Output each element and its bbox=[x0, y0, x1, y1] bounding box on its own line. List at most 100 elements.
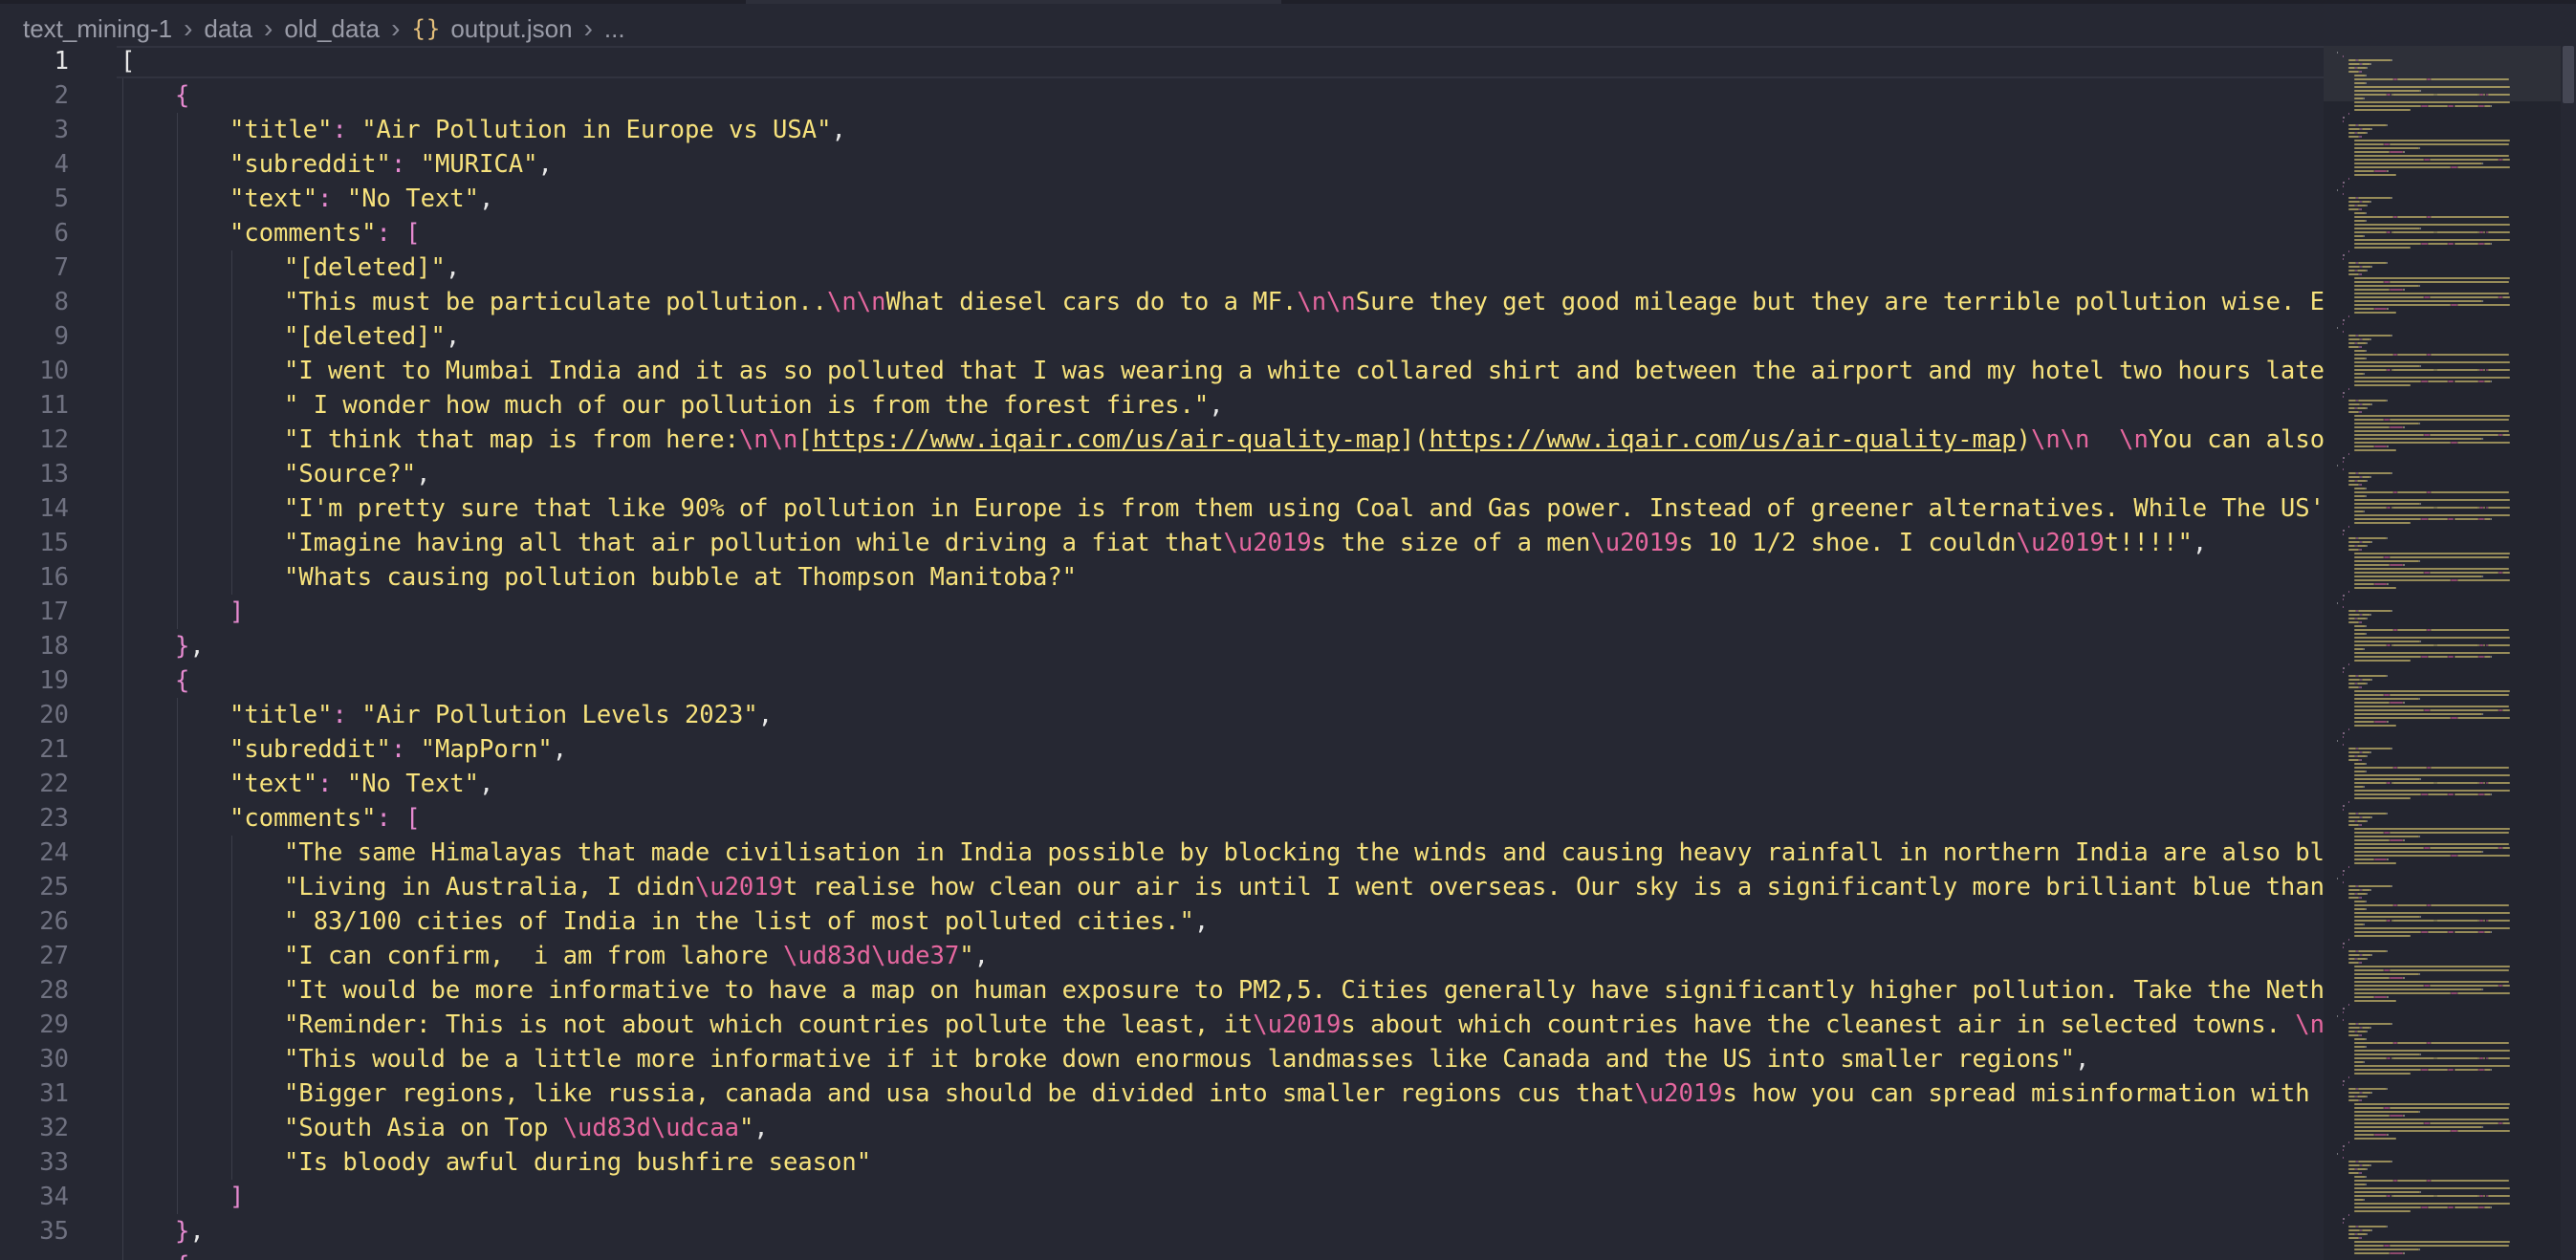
code-line[interactable]: 28 "It would be more informative to have … bbox=[0, 973, 2324, 1008]
minimap-line bbox=[2363, 1199, 2365, 1201]
minimap-line bbox=[2391, 507, 2434, 509]
code-line[interactable]: 15 "Imagine having all that air pollution… bbox=[0, 526, 2324, 560]
minimap-line bbox=[2348, 136, 2359, 138]
minimap-line bbox=[2419, 423, 2421, 424]
code-token: "Living in Australia, I didn bbox=[284, 873, 695, 902]
indent-guide bbox=[122, 663, 123, 698]
indent-guide bbox=[122, 1008, 123, 1042]
indent-guide bbox=[122, 732, 123, 767]
code-line[interactable]: 4 "subreddit": "MURICA", bbox=[0, 147, 2324, 182]
minimap-line bbox=[2354, 648, 2364, 650]
minimap-line bbox=[2421, 105, 2428, 107]
minimap-line bbox=[2357, 400, 2387, 402]
code-token: "I can confirm, i am from lahore bbox=[284, 942, 783, 970]
minimap-line bbox=[2354, 553, 2510, 554]
code-line[interactable]: 26 " 83/100 cities of India in the list o… bbox=[0, 904, 2324, 939]
vertical-scrollbar[interactable] bbox=[2561, 46, 2576, 1260]
indent-guide bbox=[122, 526, 123, 560]
code-line[interactable]: 7 "[deleted]", bbox=[0, 250, 2324, 285]
scrollbar-thumb[interactable] bbox=[2563, 46, 2574, 103]
minimap-line bbox=[2478, 380, 2485, 382]
code-line[interactable]: 5 "text": "No Text", bbox=[0, 182, 2324, 216]
minimap-line bbox=[2366, 755, 2368, 757]
indent-guide bbox=[122, 904, 123, 939]
code-editor[interactable]: 1[2{3 "title": "Air Pollution in Europe v… bbox=[0, 46, 2324, 1260]
minimap-line bbox=[2397, 78, 2427, 80]
code-line[interactable]: 11 " I wonder how much of our pollution i… bbox=[0, 388, 2324, 423]
minimap-line bbox=[2366, 220, 2368, 222]
minimap-line bbox=[2354, 1130, 2452, 1132]
minimap-line bbox=[2343, 1222, 2345, 1224]
minimap-line bbox=[2390, 556, 2509, 558]
code-token: } bbox=[175, 1217, 190, 1246]
minimap-line bbox=[2371, 266, 2373, 268]
breadcrumb-file-output-json[interactable]: output.json bbox=[450, 14, 572, 44]
code-line[interactable]: 20 "title": "Air Pollution Levels 2023", bbox=[0, 698, 2324, 732]
indent-guide bbox=[177, 1180, 178, 1214]
minimap-line bbox=[2348, 813, 2356, 815]
code-line[interactable]: 31 "Bigger regions, like russia, canada a… bbox=[0, 1076, 2324, 1111]
code-line[interactable]: 23 "comments": [ bbox=[0, 801, 2324, 836]
code-line[interactable]: 33 "Is bloody awful during bushfire seaso… bbox=[0, 1145, 2324, 1180]
code-line[interactable]: 17] bbox=[0, 595, 2324, 629]
minimap-line bbox=[2348, 1034, 2359, 1036]
code-line[interactable]: 27 "I can confirm, i am from lahore \ud83… bbox=[0, 939, 2324, 973]
minimap-line bbox=[2348, 618, 2355, 619]
minimap-line bbox=[2391, 472, 2393, 474]
code-line[interactable]: 1[ bbox=[0, 46, 2324, 78]
code-text: "title": "Air Pollution Levels 2023", bbox=[229, 698, 773, 732]
code-line[interactable]: 9 "[deleted]", bbox=[0, 319, 2324, 354]
minimap-line bbox=[2387, 1057, 2391, 1059]
minimap-line bbox=[2362, 1229, 2372, 1231]
minimap-line bbox=[2354, 1195, 2388, 1197]
code-line[interactable]: 19 { bbox=[0, 663, 2324, 698]
code-line[interactable]: 24 "The same Himalayas that made civilisa… bbox=[0, 836, 2324, 870]
code-text: "It would be more informative to have a … bbox=[284, 973, 2324, 1008]
code-line[interactable]: 16 "Whats causing pollution bubble at Tho… bbox=[0, 560, 2324, 595]
minimap-line bbox=[2361, 1099, 2363, 1101]
minimap-line bbox=[2348, 1168, 2355, 1170]
breadcrumb-folder-data[interactable]: data bbox=[204, 14, 252, 44]
code-line[interactable]: 35}, bbox=[0, 1214, 2324, 1249]
code-line[interactable]: 25 "Living in Australia, I didn\u2019t re… bbox=[0, 870, 2324, 904]
minimap-line bbox=[2337, 602, 2339, 604]
code-token: , bbox=[479, 185, 494, 213]
code-line[interactable]: 32 "South Asia on Top \ud83d\udcaa", bbox=[0, 1111, 2324, 1145]
minimap-line bbox=[2357, 610, 2392, 612]
code-line[interactable]: 18}, bbox=[0, 629, 2324, 663]
code-text: "I think that map is from here:\n\n[http… bbox=[284, 423, 2324, 457]
code-text: "comments": [ bbox=[229, 216, 421, 250]
minimap[interactable] bbox=[2324, 46, 2561, 1260]
code-line[interactable]: 13 "Source?", bbox=[0, 457, 2324, 491]
code-line[interactable]: 6 "comments": [ bbox=[0, 216, 2324, 250]
breadcrumb-folder-text-mining[interactable]: text_mining-1 bbox=[23, 14, 172, 44]
code-token: \n\n bbox=[2295, 1010, 2324, 1039]
minimap-line bbox=[2357, 59, 2392, 61]
code-line[interactable]: 12 "I think that map is from here:\n\n[ht… bbox=[0, 423, 2324, 457]
breadcrumb-folder-old-data[interactable]: old_data bbox=[284, 14, 380, 44]
minimap-line bbox=[2371, 541, 2373, 543]
code-line[interactable]: 8 "This must be particulate pollution..\n… bbox=[0, 285, 2324, 319]
minimap-line bbox=[2370, 476, 2372, 478]
minimap-line bbox=[2428, 793, 2448, 795]
code-token: "subreddit" bbox=[229, 150, 391, 179]
code-line[interactable]: 14 "I'm pretty sure that like 90% of poll… bbox=[0, 491, 2324, 526]
code-line[interactable]: 22 "text": "No Text", bbox=[0, 767, 2324, 801]
minimap-line bbox=[2354, 350, 2367, 352]
code-line[interactable]: { bbox=[0, 1249, 2324, 1260]
code-line[interactable]: 34] bbox=[0, 1180, 2324, 1214]
minimap-line bbox=[2366, 763, 2368, 765]
minimap-line bbox=[2366, 358, 2368, 359]
minimap-line bbox=[2354, 790, 2510, 792]
code-line[interactable]: 21 "subreddit": "MapPorn", bbox=[0, 732, 2324, 767]
code-token: " bbox=[959, 942, 974, 970]
minimap-line bbox=[2421, 793, 2428, 795]
code-line[interactable]: 10 "I went to Mumbai India and it as so p… bbox=[0, 354, 2324, 388]
code-line[interactable]: 2{ bbox=[0, 78, 2324, 113]
code-line[interactable]: 29 "Reminder: This is not about which cou… bbox=[0, 1008, 2324, 1042]
breadcrumb-symbols[interactable]: ... bbox=[604, 14, 625, 44]
minimap-line bbox=[2451, 992, 2457, 994]
code-line[interactable]: 30 "This would be a little more informati… bbox=[0, 1042, 2324, 1076]
minimap-line bbox=[2430, 985, 2499, 987]
code-line[interactable]: 3 "title": "Air Pollution in Europe vs US… bbox=[0, 113, 2324, 147]
